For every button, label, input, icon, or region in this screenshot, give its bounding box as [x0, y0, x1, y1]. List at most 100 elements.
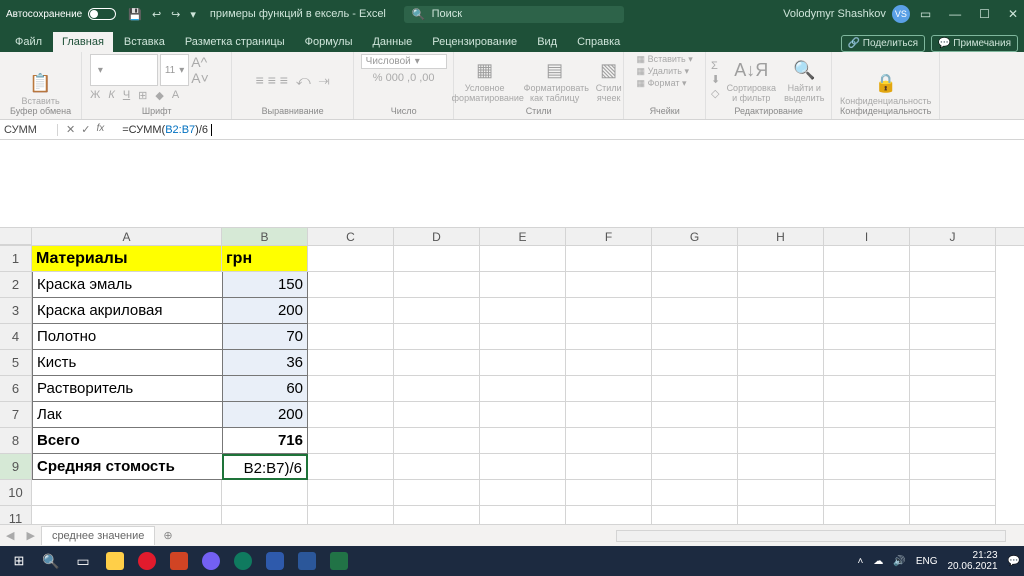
cell[interactable]: [910, 298, 996, 324]
cell[interactable]: [824, 272, 910, 298]
cell[interactable]: Кисть: [32, 350, 222, 376]
name-box[interactable]: СУММ: [0, 124, 58, 136]
fill-color-button[interactable]: ◆: [155, 89, 163, 102]
cell[interactable]: [394, 428, 480, 454]
row-header[interactable]: 11: [0, 506, 32, 524]
cell[interactable]: [308, 506, 394, 524]
cell[interactable]: [394, 298, 480, 324]
cell[interactable]: [222, 506, 308, 524]
cell[interactable]: [738, 376, 824, 402]
cell[interactable]: [652, 272, 738, 298]
cell[interactable]: [738, 506, 824, 524]
cell[interactable]: [32, 506, 222, 524]
cell[interactable]: [394, 506, 480, 524]
cell[interactable]: [480, 324, 566, 350]
cell[interactable]: [566, 324, 652, 350]
cell[interactable]: 200: [222, 402, 308, 428]
row-header[interactable]: 9: [0, 454, 32, 480]
task-opera-icon[interactable]: [132, 548, 162, 574]
cell[interactable]: [32, 480, 222, 506]
col-header-F[interactable]: F: [566, 228, 652, 245]
cancel-formula-icon[interactable]: ✕: [66, 123, 75, 136]
cell[interactable]: [394, 246, 480, 272]
cell[interactable]: Полотно: [32, 324, 222, 350]
cell[interactable]: [824, 298, 910, 324]
cell[interactable]: [566, 272, 652, 298]
add-sheet-button[interactable]: ⊕: [155, 529, 180, 542]
cell[interactable]: [480, 402, 566, 428]
bold-button[interactable]: Ж: [90, 89, 100, 102]
worksheet[interactable]: A B C D E F G H I J 1 Материалы грн 2 Кр…: [0, 228, 1024, 524]
tab-view[interactable]: Вид: [528, 32, 566, 52]
cell[interactable]: [824, 454, 910, 480]
cell[interactable]: [480, 376, 566, 402]
account-button[interactable]: Volodymyr Shashkov VS: [783, 5, 910, 23]
cell[interactable]: [566, 480, 652, 506]
active-cell[interactable]: B2:B7)/6: [222, 454, 308, 480]
cell[interactable]: [652, 376, 738, 402]
cell[interactable]: [394, 454, 480, 480]
privacy-button[interactable]: 🔒Конфиденциальность: [840, 70, 931, 106]
cell[interactable]: [910, 376, 996, 402]
cell-styles-button[interactable]: ▧Стили ячеек: [592, 57, 626, 103]
cell[interactable]: [824, 376, 910, 402]
tab-layout[interactable]: Разметка страницы: [176, 32, 294, 52]
task-search-icon[interactable]: 🔍: [36, 548, 66, 574]
cell[interactable]: [394, 402, 480, 428]
row-header[interactable]: 7: [0, 402, 32, 428]
number-format[interactable]: Числовой ▾: [361, 54, 447, 69]
qat-dropdown-icon[interactable]: ▾: [190, 8, 196, 21]
cell[interactable]: [308, 402, 394, 428]
cell[interactable]: [308, 350, 394, 376]
task-app2-icon[interactable]: [260, 548, 290, 574]
tray-notifications-icon[interactable]: 💬: [1008, 556, 1020, 567]
cell[interactable]: [824, 350, 910, 376]
paste-button[interactable]: 📋 Вставить: [22, 70, 60, 106]
cell[interactable]: [566, 454, 652, 480]
minimize-icon[interactable]: —: [949, 7, 961, 21]
tab-home[interactable]: Главная: [53, 32, 113, 52]
tab-file[interactable]: Файл: [6, 32, 51, 52]
cell[interactable]: [308, 376, 394, 402]
ribbon-options-icon[interactable]: ▭: [920, 7, 931, 21]
row-header[interactable]: 10: [0, 480, 32, 506]
cell[interactable]: [480, 298, 566, 324]
col-header-I[interactable]: I: [824, 228, 910, 245]
cell[interactable]: Лак: [32, 402, 222, 428]
tray-volume-icon[interactable]: 🔊: [893, 556, 905, 567]
task-powerpoint-icon[interactable]: [164, 548, 194, 574]
cell[interactable]: [910, 428, 996, 454]
formula-input[interactable]: =СУММ(B2:B7)/6: [118, 124, 1024, 136]
task-word-icon[interactable]: [292, 548, 322, 574]
cell[interactable]: 36: [222, 350, 308, 376]
cell[interactable]: [566, 506, 652, 524]
cell[interactable]: [738, 454, 824, 480]
cell[interactable]: [824, 324, 910, 350]
cell-B1[interactable]: грн: [222, 246, 308, 272]
cell[interactable]: [480, 506, 566, 524]
col-header-B[interactable]: B: [222, 228, 308, 245]
cell[interactable]: [910, 402, 996, 428]
tab-insert[interactable]: Вставка: [115, 32, 174, 52]
cell[interactable]: 60: [222, 376, 308, 402]
autosave-toggle[interactable]: [88, 8, 116, 20]
font-color-button[interactable]: A: [172, 89, 179, 102]
cell[interactable]: [738, 428, 824, 454]
cell[interactable]: 70: [222, 324, 308, 350]
cell[interactable]: [480, 480, 566, 506]
cell[interactable]: Всего: [32, 428, 222, 454]
underline-button[interactable]: Ч: [123, 89, 130, 102]
cell[interactable]: [480, 350, 566, 376]
cell[interactable]: [480, 272, 566, 298]
close-icon[interactable]: ✕: [1008, 7, 1018, 21]
col-header-G[interactable]: G: [652, 228, 738, 245]
cell[interactable]: [652, 428, 738, 454]
tab-formulas[interactable]: Формулы: [296, 32, 362, 52]
cell[interactable]: [738, 272, 824, 298]
cell[interactable]: Краска эмаль: [32, 272, 222, 298]
horizontal-scrollbar[interactable]: [616, 530, 1006, 542]
cell[interactable]: [394, 350, 480, 376]
enter-formula-icon[interactable]: ✓: [81, 123, 90, 136]
task-app1-icon[interactable]: [228, 548, 258, 574]
select-all-corner[interactable]: [0, 228, 32, 245]
